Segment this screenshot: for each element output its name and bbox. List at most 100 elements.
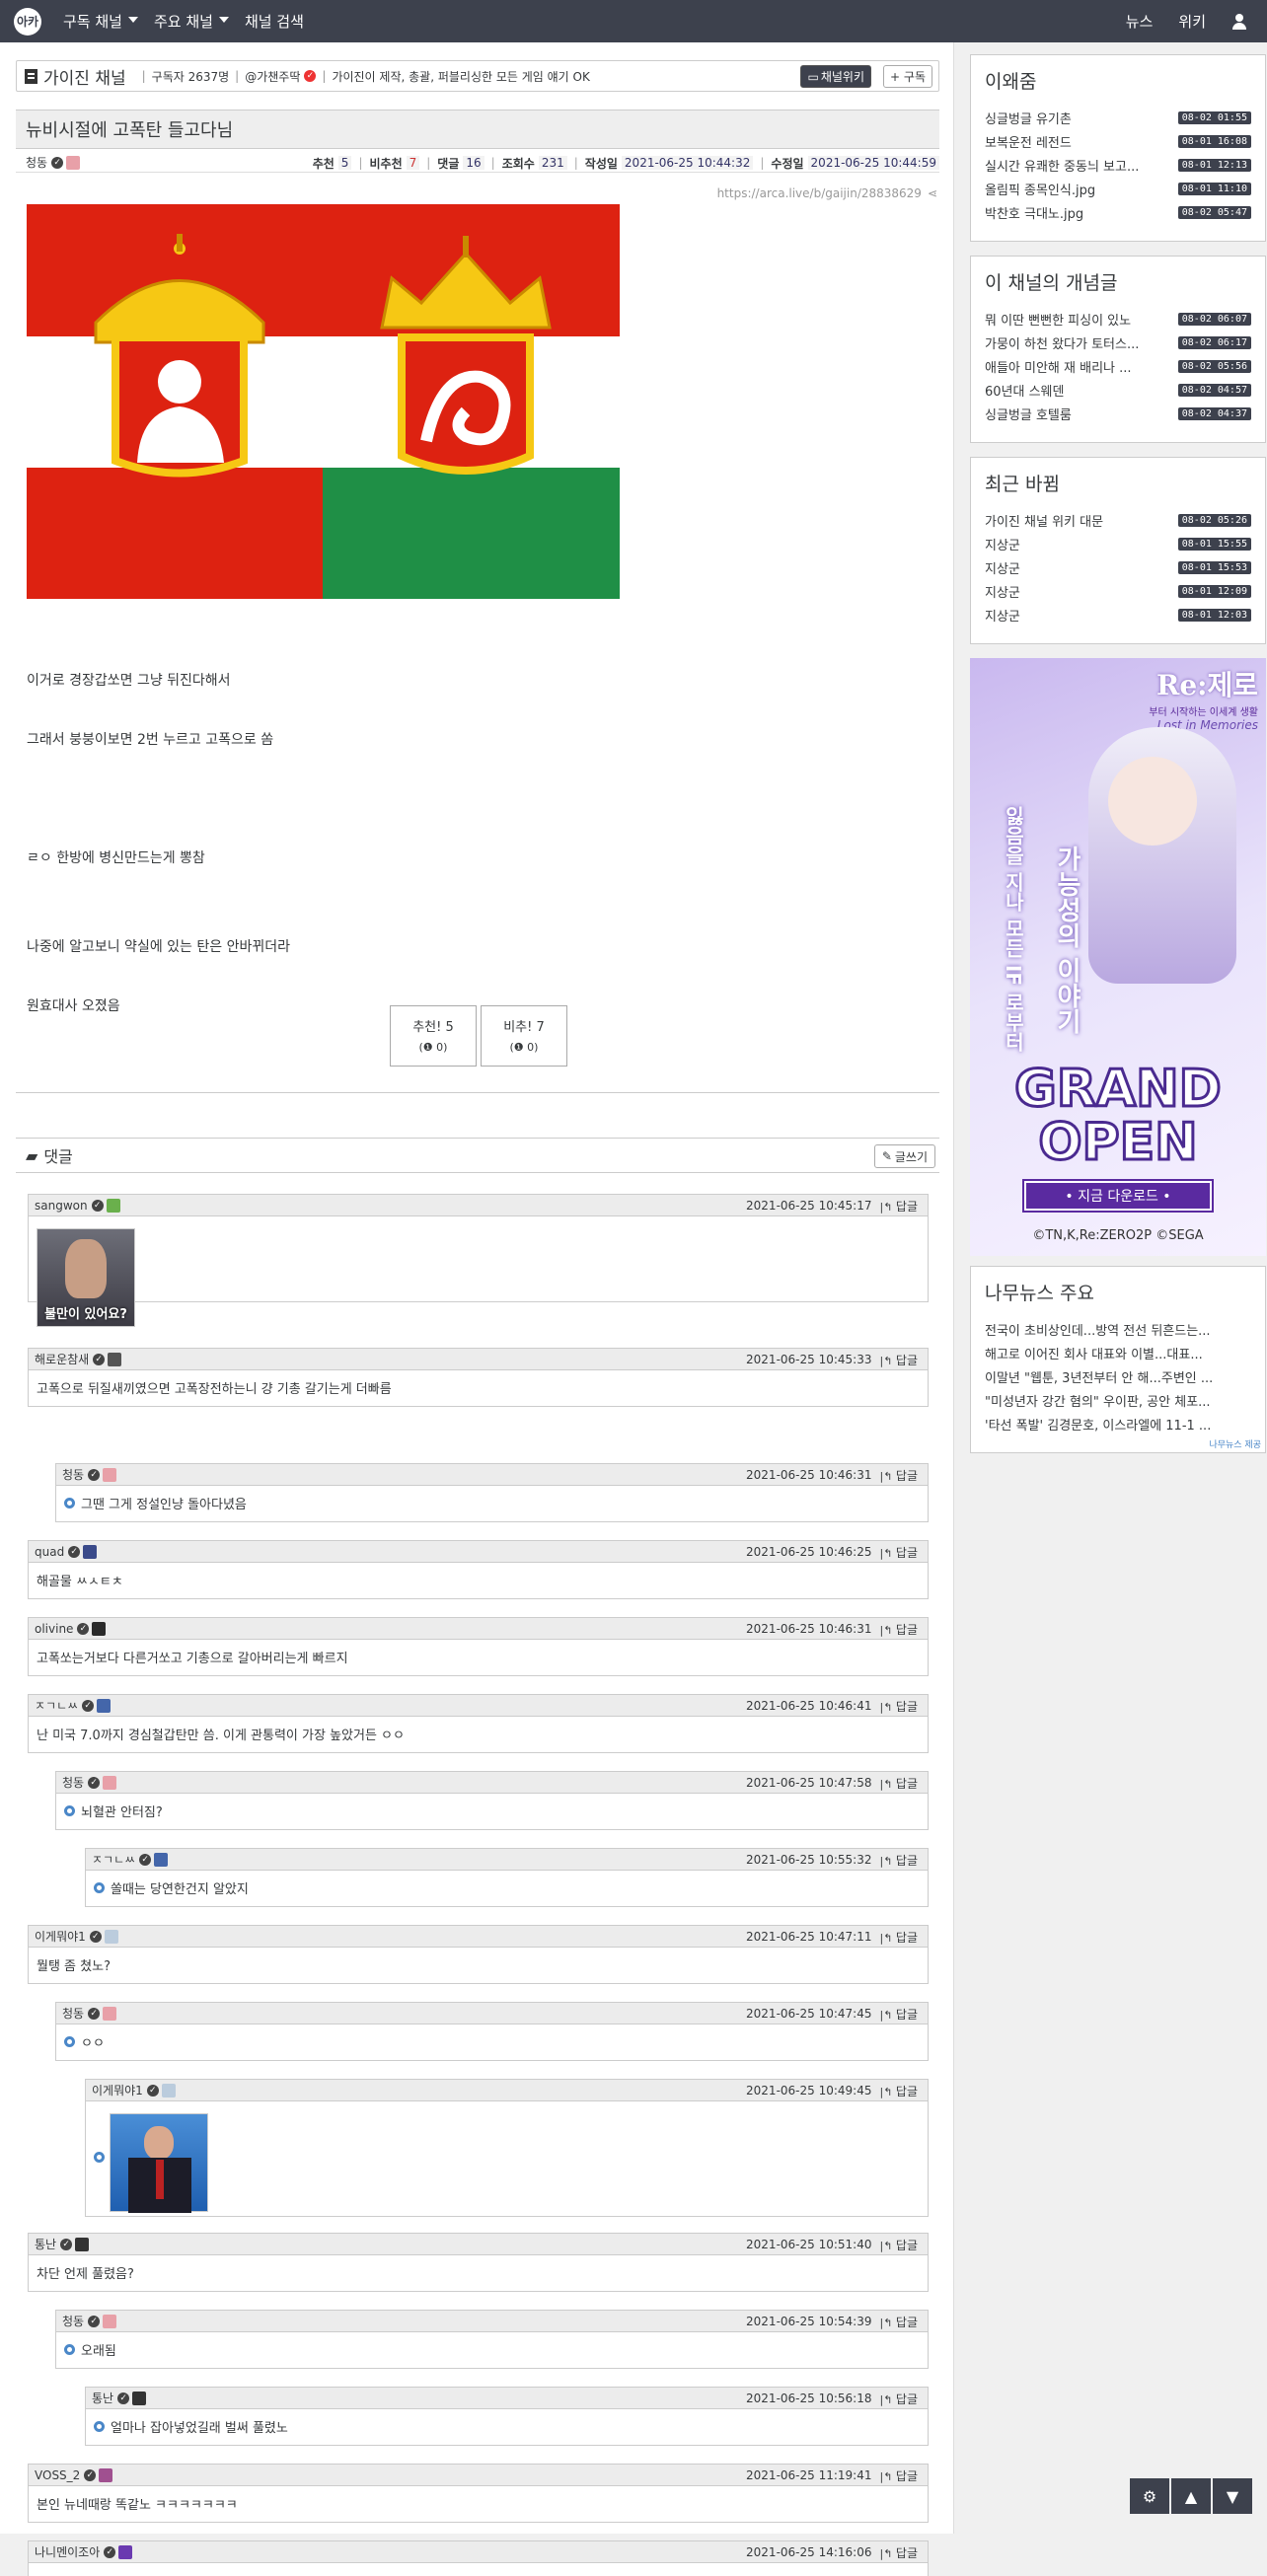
ad-open: OPEN bbox=[1037, 1113, 1199, 1172]
reply-button[interactable]: |↰ 답글 bbox=[879, 2314, 918, 2330]
comment-author[interactable]: ㅈㄱㄴㅆ bbox=[92, 1851, 135, 1868]
reply-button[interactable]: |↰ 답글 bbox=[879, 2006, 918, 2023]
reply-button[interactable]: |↰ 답글 bbox=[879, 2391, 918, 2407]
comment-author[interactable]: 나니멘이조아 bbox=[35, 2543, 100, 2560]
scroll-up-icon[interactable]: ▲ bbox=[1171, 2478, 1211, 2514]
nav-news[interactable]: 뉴스 bbox=[1126, 11, 1154, 32]
nav-right: 뉴스 위키 bbox=[1126, 0, 1247, 42]
channel-name[interactable]: 가이진 채널 bbox=[43, 64, 126, 89]
list-item[interactable]: 지상군 08-01 12:03 bbox=[985, 603, 1251, 626]
news-item[interactable]: "미성년자 강간 혐의" 우이판, 공안 체포... bbox=[985, 1388, 1251, 1412]
news-item[interactable]: 이말년 "웹툰, 3년전부터 안 해...주변인 ... bbox=[985, 1364, 1251, 1388]
ad-copyright: ©TN,K,Re:ZERO2P ©SEGA bbox=[1032, 1228, 1204, 1243]
comment-time: 2021-06-25 10:46:31 bbox=[746, 1468, 872, 1482]
post-author[interactable]: 청동 bbox=[26, 154, 47, 171]
nav-wiki[interactable]: 위키 bbox=[1178, 11, 1206, 32]
vote-down-button[interactable]: 비추! 7 (❶ 0) bbox=[481, 1005, 567, 1067]
reply-button[interactable]: |↰ 답글 bbox=[879, 2083, 918, 2099]
list-item[interactable]: 박찬호 극대노.jpg 08-02 05:47 bbox=[985, 200, 1251, 224]
box-title: 이 채널의 개념글 bbox=[985, 272, 1118, 294]
comment-author[interactable]: ㅈㄱㄴㅆ bbox=[35, 1697, 78, 1714]
divider bbox=[16, 1092, 939, 1093]
channel-wiki-button[interactable]: ▭ 채널위키 bbox=[800, 65, 871, 88]
comment-author[interactable]: olivine bbox=[35, 1622, 73, 1636]
reply-button[interactable]: |↰ 답글 bbox=[879, 1698, 918, 1715]
subscribe-button[interactable]: + 구독 bbox=[883, 65, 932, 88]
news-item[interactable]: '타선 폭발' 김경문호, 이스라엘에 11-1 ... bbox=[985, 1412, 1251, 1435]
list-item[interactable]: 60년대 스웨덴 08-02 04:57 bbox=[985, 378, 1251, 402]
avatar bbox=[83, 1544, 98, 1559]
channel-owner[interactable]: @가챈주딱 bbox=[245, 68, 300, 85]
nav-major-channels[interactable]: 주요 채널 bbox=[154, 11, 229, 32]
nav-channel-search[interactable]: 채널 검색 bbox=[245, 11, 304, 32]
news-item[interactable]: 전국이 초비상인데...방역 전선 뒤흔드는... bbox=[985, 1317, 1251, 1341]
reply-button[interactable]: |↰ 답글 bbox=[879, 1929, 918, 1946]
comment-author[interactable]: 청동 bbox=[62, 2005, 84, 2022]
reply-indicator-icon bbox=[94, 2152, 105, 2163]
list-item[interactable]: 가이진 채널 위키 대문 08-02 05:26 bbox=[985, 508, 1251, 532]
unrec-count: 7 bbox=[406, 156, 420, 170]
scroll-down-icon[interactable]: ▼ bbox=[1213, 2478, 1252, 2514]
verified-icon: ✓ bbox=[88, 2007, 101, 2020]
ad-download-button[interactable]: • 지금 다운로드 • bbox=[1024, 1181, 1212, 1211]
comment-author[interactable]: 이게뭐야1 bbox=[35, 1928, 86, 1945]
reply-icon: |↰ bbox=[879, 1777, 896, 1791]
comment-author[interactable]: VOSS_2 bbox=[35, 2468, 80, 2482]
comment-author[interactable]: sangwon bbox=[35, 1199, 88, 1213]
user-icon[interactable] bbox=[1231, 13, 1247, 30]
reply-button[interactable]: |↰ 답글 bbox=[879, 1352, 918, 1368]
list-item[interactable]: 실시간 유쾌한 중동늬 보고... 08-01 12:13 bbox=[985, 153, 1251, 177]
list-item[interactable]: 보복운전 레전드 08-01 16:08 bbox=[985, 129, 1251, 153]
comment-author[interactable]: 청동 bbox=[62, 2313, 84, 2329]
nav-subscribed-channels[interactable]: 구독 채널 bbox=[63, 11, 138, 32]
reply-button[interactable]: |↰ 답글 bbox=[879, 2544, 918, 2561]
list-item[interactable]: 지상군 08-01 15:53 bbox=[985, 555, 1251, 579]
comment-author[interactable]: 해로운참새 bbox=[35, 1351, 89, 1367]
list-item[interactable]: 애들아 미안해 재 배리나 ... 08-02 05:56 bbox=[985, 354, 1251, 378]
comment-text: 본인 뉴네때랑 똑같노 ㅋㅋㅋㅋㅋㅋㅋ bbox=[37, 2498, 238, 2513]
reply-button[interactable]: |↰ 답글 bbox=[879, 1852, 918, 1869]
avatar bbox=[66, 155, 81, 170]
avatar bbox=[103, 1467, 117, 1482]
comment-author[interactable]: 통난 bbox=[92, 2390, 113, 2406]
item-date: 08-02 05:26 bbox=[1177, 513, 1251, 527]
reply-button[interactable]: |↰ 답글 bbox=[879, 1198, 918, 1214]
reply-indicator-icon bbox=[64, 2344, 75, 2355]
reply-button[interactable]: |↰ 답글 bbox=[879, 1467, 918, 1484]
news-item[interactable]: 해고로 이어진 회사 대표와 이별...대표... bbox=[985, 1341, 1251, 1364]
comment-author[interactable]: 이게뭐야1 bbox=[92, 2082, 143, 2098]
comment-author[interactable]: 청동 bbox=[62, 1774, 84, 1791]
hot-posts-box: 이왜줌 싱글벙글 유기촌 08-02 01:55 보복운전 레전드 08-01 16… bbox=[970, 54, 1266, 242]
comment-text: 오래됨 bbox=[81, 2344, 116, 2359]
list-item[interactable]: 싱글벙글 유기촌 08-02 01:55 bbox=[985, 106, 1251, 129]
advertisement-banner[interactable]: Re:제로 부터 시작하는 이세계 생활 Lost in Memories 가능… bbox=[970, 658, 1266, 1256]
list-item[interactable]: 가뭉이 하천 왔다가 토터스... 08-02 06:17 bbox=[985, 331, 1251, 354]
share-icon[interactable]: ⋖ bbox=[928, 186, 937, 200]
news-credit[interactable]: 나무뉴스 제공 bbox=[1209, 1437, 1261, 1450]
vote-up-button[interactable]: 추천! 5 (❶ 0) bbox=[390, 1005, 477, 1067]
list-item[interactable]: 지상군 08-01 15:55 bbox=[985, 532, 1251, 555]
list-item[interactable]: 올림픽 종목인식.jpg 08-01 11:10 bbox=[985, 177, 1251, 200]
reply-button[interactable]: |↰ 답글 bbox=[879, 1544, 918, 1561]
list-item[interactable]: 뭐 이딴 뻔뻔한 피싱이 있노 08-02 06:07 bbox=[985, 307, 1251, 331]
comment-text: 난 미국 7.0까지 경심철갑탄만 씀. 이게 관통력이 가장 높았거든 ㅇㅇ bbox=[37, 1729, 405, 1743]
channel-header: 가이진 채널 | 구독자 2637명 | @가챈주딱 ✓ | 가이진이 제작, 총… bbox=[16, 60, 939, 92]
post-url[interactable]: https://arca.live/b/gaijin/28838629 ⋖ bbox=[717, 186, 937, 200]
comment-time: 2021-06-25 10:55:32 bbox=[746, 1853, 872, 1867]
reply-button[interactable]: |↰ 답글 bbox=[879, 1775, 918, 1792]
divider: | bbox=[760, 156, 765, 170]
reply-button[interactable]: |↰ 답글 bbox=[879, 2467, 918, 2484]
site-logo[interactable]: 아카 bbox=[14, 7, 41, 36]
list-item[interactable]: 싱글벙글 호텔룸 08-02 04:37 bbox=[985, 402, 1251, 425]
comment-author[interactable]: 통난 bbox=[35, 2236, 56, 2252]
reply-icon: |↰ bbox=[879, 1469, 896, 1483]
comment-image[interactable] bbox=[110, 2113, 208, 2213]
list-item[interactable]: 지상군 08-01 12:09 bbox=[985, 579, 1251, 603]
reply-button[interactable]: |↰ 답글 bbox=[879, 2237, 918, 2253]
comment-author[interactable]: quad bbox=[35, 1545, 64, 1559]
reply-button[interactable]: |↰ 답글 bbox=[879, 1621, 918, 1638]
comment-image[interactable]: 불만이 있어요? bbox=[37, 1228, 135, 1327]
comment-author[interactable]: 청동 bbox=[62, 1466, 84, 1483]
gear-icon[interactable]: ⚙ bbox=[1130, 2478, 1169, 2514]
write-comment-button[interactable]: ✎ 글쓰기 bbox=[873, 1144, 935, 1168]
